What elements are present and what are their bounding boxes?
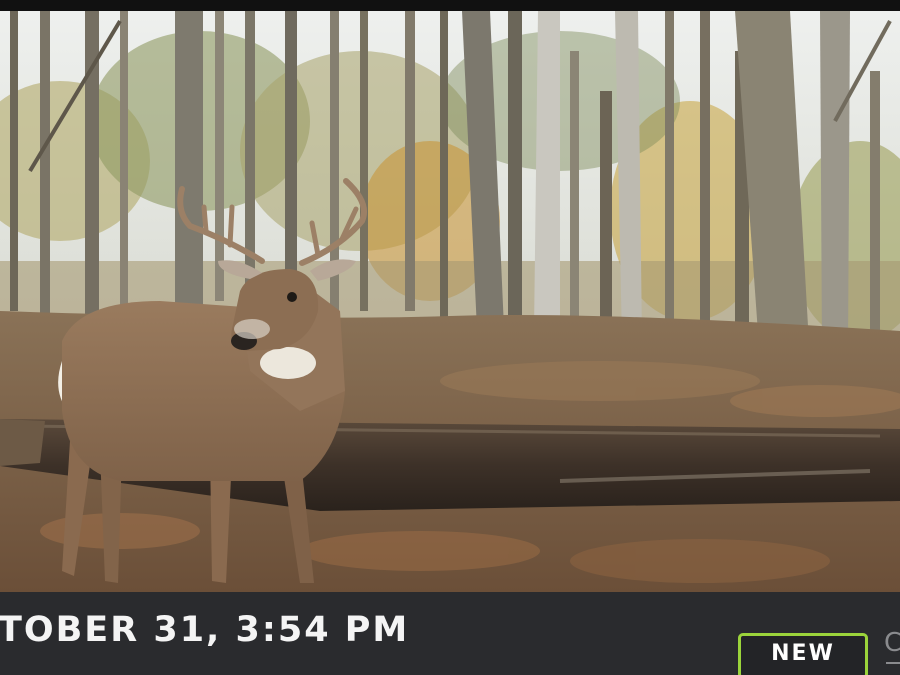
caption-bar: TOBER 31, 3:54 PM NEW C: [0, 592, 900, 675]
top-bar: [0, 0, 900, 11]
photo-viewer: TOBER 31, 3:54 PM NEW C: [0, 0, 900, 675]
truncated-label: C: [884, 628, 900, 658]
new-badge[interactable]: NEW: [738, 633, 868, 675]
trail-camera-photo[interactable]: [0, 11, 900, 592]
photo-timestamp: TOBER 31, 3:54 PM: [0, 610, 410, 650]
truncated-underline: [886, 662, 900, 664]
